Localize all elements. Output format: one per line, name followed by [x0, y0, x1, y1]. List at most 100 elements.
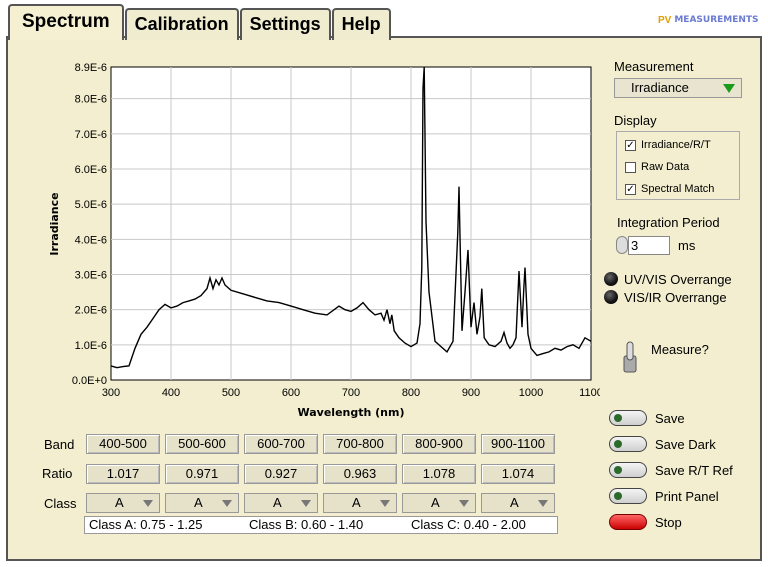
save-dark-pill-icon[interactable]: [609, 436, 647, 452]
measure-toggle[interactable]: [623, 340, 637, 374]
band-cell: 400-500: [86, 434, 160, 454]
band-cell: 500-600: [165, 434, 239, 454]
y-tick-label: 8.9E-6: [75, 62, 107, 74]
band-cell: 800-900: [402, 434, 476, 454]
save-dark-button[interactable]: Save Dark: [609, 434, 716, 454]
x-tick-label: 400: [162, 387, 180, 399]
tab-spectrum[interactable]: Spectrum: [8, 4, 124, 40]
ratio-cell: 0.963: [323, 464, 397, 484]
integration-unit: ms: [678, 238, 696, 253]
class-value: A: [431, 495, 440, 510]
class-select[interactable]: A: [323, 493, 397, 513]
class-dropdown-arrow-icon[interactable]: [459, 500, 469, 507]
logo: PV MEASUREMENTS: [658, 10, 759, 30]
print-panel-button[interactable]: Print Panel: [609, 486, 719, 506]
y-tick-label: 0.0E+0: [72, 375, 107, 387]
integration-spinner[interactable]: [616, 236, 628, 254]
integration-title: Integration Period: [617, 215, 720, 230]
ratio-cell: 1.078: [402, 464, 476, 484]
x-tick-labels: 300 400 500 600 700 800 900 1000 1100: [102, 387, 600, 399]
checkbox-irradiance[interactable]: ✓: [625, 139, 636, 151]
tab-calibration[interactable]: Calibration: [124, 8, 239, 40]
class-b-range: Class B: 0.60 - 1.40: [249, 517, 364, 532]
tab-help[interactable]: Help: [331, 8, 391, 40]
save-pill-icon[interactable]: [609, 410, 647, 426]
measurement-title: Measurement: [614, 59, 694, 74]
y-tick-label: 3.0E-6: [75, 269, 107, 281]
ratio-cell: 1.074: [481, 464, 555, 484]
band-label: Band: [44, 437, 75, 452]
option-raw-data-label: Raw Data: [641, 161, 690, 173]
display-options: ✓ Irradiance/R/T Raw Data ✓ Spectral Mat…: [616, 131, 740, 200]
class-dropdown-arrow-icon[interactable]: [380, 500, 390, 507]
band-cell: 700-800: [323, 434, 397, 454]
print-panel-pill-icon[interactable]: [609, 488, 647, 504]
measurement-value: Irradiance: [631, 80, 689, 95]
save-rt-ref-pill-icon[interactable]: [609, 462, 647, 478]
option-irradiance-label: Irradiance/R/T: [641, 139, 711, 151]
print-panel-label: Print Panel: [655, 488, 719, 504]
x-axis-label: Wavelength (nm): [298, 406, 405, 419]
stop-pill-icon[interactable]: [609, 514, 647, 530]
y-tick-label: 8.0E-6: [75, 94, 107, 106]
x-tick-label: 300: [102, 387, 120, 399]
band-cell: 600-700: [244, 434, 318, 454]
class-select[interactable]: A: [481, 493, 555, 513]
logo-text: MEASUREMENTS: [674, 15, 759, 25]
save-button[interactable]: Save: [609, 408, 685, 428]
option-spectral-match-label: Spectral Match: [641, 183, 715, 195]
y-axis-label: Irradiance: [48, 192, 61, 255]
class-select[interactable]: A: [165, 493, 239, 513]
ratio-label: Ratio: [42, 466, 73, 481]
option-irradiance[interactable]: ✓ Irradiance/R/T: [625, 137, 711, 153]
tab-settings[interactable]: Settings: [239, 8, 331, 40]
ratio-cell: 1.017: [86, 464, 160, 484]
vis-ir-label: VIS/IR Overrange: [624, 290, 727, 305]
checkbox-spectral-match[interactable]: ✓: [625, 183, 636, 195]
save-rt-ref-button[interactable]: Save R/T Ref: [609, 460, 733, 480]
class-dropdown-arrow-icon[interactable]: [143, 500, 153, 507]
class-value: A: [352, 495, 361, 510]
option-spectral-match[interactable]: ✓ Spectral Match: [625, 181, 714, 197]
logo-mark: PV: [658, 14, 672, 26]
y-tick-label: 4.0E-6: [75, 234, 107, 246]
class-select[interactable]: A: [86, 493, 160, 513]
x-tick-label: 700: [342, 387, 360, 399]
checkbox-raw-data[interactable]: [625, 161, 636, 173]
x-tick-label: 1100: [579, 387, 600, 399]
ratio-cell: 0.927: [244, 464, 318, 484]
class-label: Class: [44, 496, 77, 511]
app-window: Spectrum Calibration Settings Help PV ME…: [0, 0, 768, 567]
class-dropdown-arrow-icon[interactable]: [301, 500, 311, 507]
class-select[interactable]: A: [402, 493, 476, 513]
save-label: Save: [655, 410, 685, 426]
class-dropdown-arrow-icon[interactable]: [538, 500, 548, 507]
y-tick-labels: 0.0E+0 1.0E-6 2.0E-6 3.0E-6 4.0E-6 5.0E-6 6.0E…: [72, 62, 107, 387]
y-tick-label: 5.0E-6: [75, 199, 107, 211]
measure-label: Measure?: [651, 342, 709, 357]
save-rt-ref-label: Save R/T Ref: [655, 462, 733, 478]
class-dropdown-arrow-icon[interactable]: [222, 500, 232, 507]
x-tick-label: 900: [462, 387, 480, 399]
dropdown-arrow-icon[interactable]: [723, 84, 735, 93]
class-legend: Class A: 0.75 - 1.25 Class B: 0.60 - 1.4…: [84, 516, 558, 534]
x-tick-label: 800: [402, 387, 420, 399]
uv-vis-led-icon: [604, 272, 618, 286]
stop-button[interactable]: Stop: [609, 512, 682, 532]
class-a-range: Class A: 0.75 - 1.25: [89, 517, 203, 532]
measurement-select[interactable]: Irradiance: [614, 78, 742, 98]
integration-input[interactable]: 3: [628, 236, 670, 255]
ratio-cell: 0.971: [165, 464, 239, 484]
class-value: A: [194, 495, 203, 510]
x-tick-label: 500: [222, 387, 240, 399]
option-raw-data[interactable]: Raw Data: [625, 159, 689, 175]
spectrum-chart: 0.0E+0 1.0E-6 2.0E-6 3.0E-6 4.0E-6 5.0E-6 6.0E…: [48, 62, 600, 419]
class-select[interactable]: A: [244, 493, 318, 513]
class-value: A: [510, 495, 519, 510]
save-dark-label: Save Dark: [655, 436, 716, 452]
x-tick-label: 1000: [519, 387, 543, 399]
display-title: Display: [614, 113, 657, 128]
class-c-range: Class C: 0.40 - 2.00: [411, 517, 526, 532]
vis-ir-led-icon: [604, 290, 618, 304]
y-tick-label: 7.0E-6: [75, 129, 107, 141]
